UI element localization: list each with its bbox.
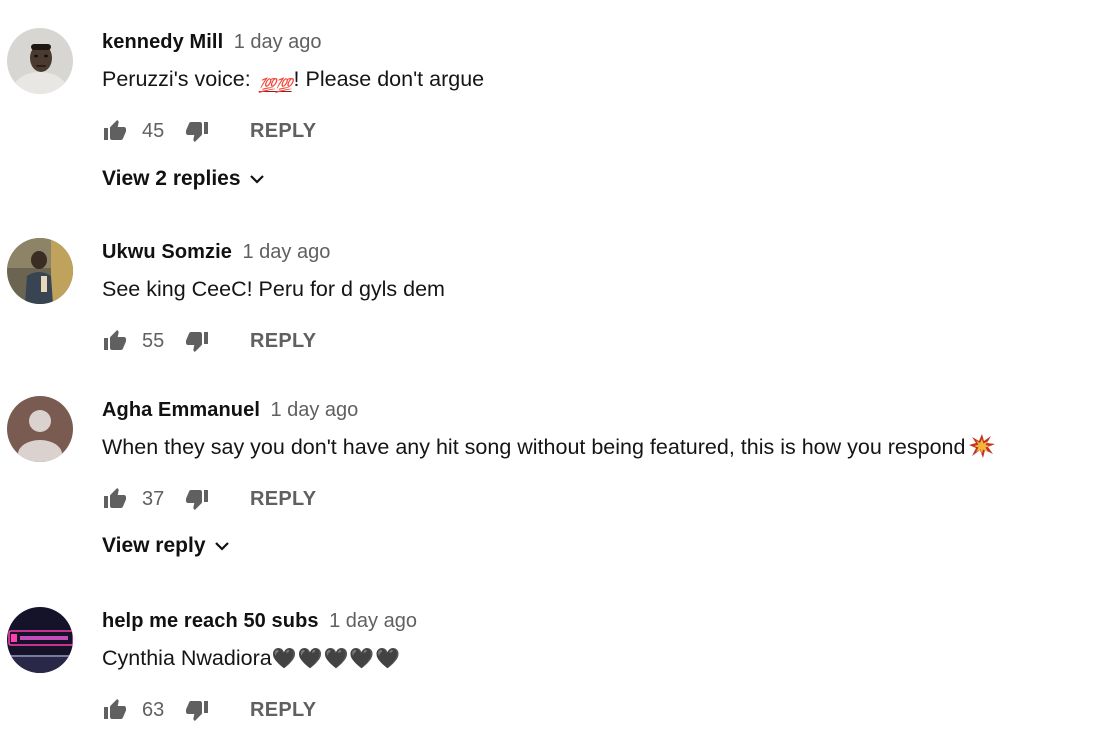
reply-button[interactable]: REPLY <box>250 699 316 722</box>
comment-text: See king CeeC! Peru for d gyls dem <box>102 277 445 301</box>
chevron-down-icon <box>214 540 230 552</box>
view-replies-button[interactable]: View 2 replies <box>102 164 265 194</box>
avatar[interactable] <box>7 607 73 673</box>
comment-text-part: Peruzzi's voice: <box>102 67 257 91</box>
avatar[interactable] <box>7 28 73 94</box>
comment-timestamp[interactable]: 1 day ago <box>234 31 322 53</box>
author-name[interactable]: Agha Emmanuel <box>102 399 260 421</box>
comment-text: Peruzzi's voice: 💯💯! Please don't argue <box>102 64 1120 101</box>
thumb-down-icon[interactable] <box>184 486 210 512</box>
view-replies-label: View 2 replies <box>102 167 241 190</box>
comment-header: Ukwu Somzie 1 day ago <box>102 238 1120 266</box>
black-heart-emoji-icon: 🖤🖤🖤🖤🖤 <box>271 646 402 670</box>
comment-text: Cynthia Nwadiora🖤🖤🖤🖤🖤 <box>102 643 1120 673</box>
like-count: 63 <box>142 698 165 721</box>
thumb-down-icon[interactable] <box>184 118 210 144</box>
like-count: 55 <box>142 329 165 352</box>
like-count: 37 <box>142 487 165 510</box>
comment-text-part: When they say you don't have any hit son… <box>102 435 966 459</box>
comment-header: help me reach 50 subs 1 day ago <box>102 607 1120 635</box>
comment-actions: 55 REPLY <box>102 326 316 356</box>
collision-emoji-icon <box>969 434 996 458</box>
comment-actions: 45 REPLY <box>102 116 316 146</box>
thumb-down-icon[interactable] <box>184 328 210 354</box>
comment-body: Agha Emmanuel 1 day ago When they say yo… <box>102 396 1120 557</box>
comment-timestamp[interactable]: 1 day ago <box>270 399 358 421</box>
comment-text: When they say you don't have any hit son… <box>102 432 1120 473</box>
avatar-photo <box>7 28 73 94</box>
view-replies-label: View reply <box>102 534 206 557</box>
author-name[interactable]: Ukwu Somzie <box>102 241 232 263</box>
like-count: 45 <box>142 119 165 142</box>
avatar-photo <box>7 238 73 304</box>
author-name[interactable]: help me reach 50 subs <box>102 610 319 632</box>
thumb-up-icon[interactable] <box>102 697 128 723</box>
thumb-down-icon[interactable] <box>184 697 210 723</box>
comment-text-part: ! Please don't argue <box>293 67 485 91</box>
comment-header: Agha Emmanuel 1 day ago <box>102 396 1120 424</box>
comment-body: Ukwu Somzie 1 day ago See king CeeC! Per… <box>102 238 1120 352</box>
comment-text-part: Cynthia Nwadiora <box>102 646 272 670</box>
hundred-points-emoji-icon: 💯💯 <box>258 78 293 94</box>
view-replies-button[interactable]: View reply <box>102 531 230 561</box>
thumb-up-icon[interactable] <box>102 486 128 512</box>
comment-header: kennedy Mill 1 day ago <box>102 28 1120 56</box>
avatar[interactable] <box>7 396 73 462</box>
comment-timestamp[interactable]: 1 day ago <box>242 241 330 263</box>
chevron-down-icon <box>249 173 265 185</box>
author-name[interactable]: kennedy Mill <box>102 31 223 53</box>
comment-actions: 37 REPLY <box>102 484 316 514</box>
comment-actions: 63 REPLY <box>102 695 316 725</box>
reply-button[interactable]: REPLY <box>250 488 316 511</box>
channel-logo-avatar <box>7 607 73 673</box>
reply-button[interactable]: REPLY <box>250 120 316 143</box>
avatar[interactable] <box>7 238 73 304</box>
comment-body: kennedy Mill 1 day ago Peruzzi's voice: … <box>102 28 1120 190</box>
reply-button[interactable]: REPLY <box>250 330 316 353</box>
comment-timestamp[interactable]: 1 day ago <box>329 610 417 632</box>
thumb-up-icon[interactable] <box>102 328 128 354</box>
comment-body: help me reach 50 subs 1 day ago Cynthia … <box>102 607 1120 721</box>
thumb-up-icon[interactable] <box>102 118 128 144</box>
default-avatar-icon <box>7 396 73 462</box>
